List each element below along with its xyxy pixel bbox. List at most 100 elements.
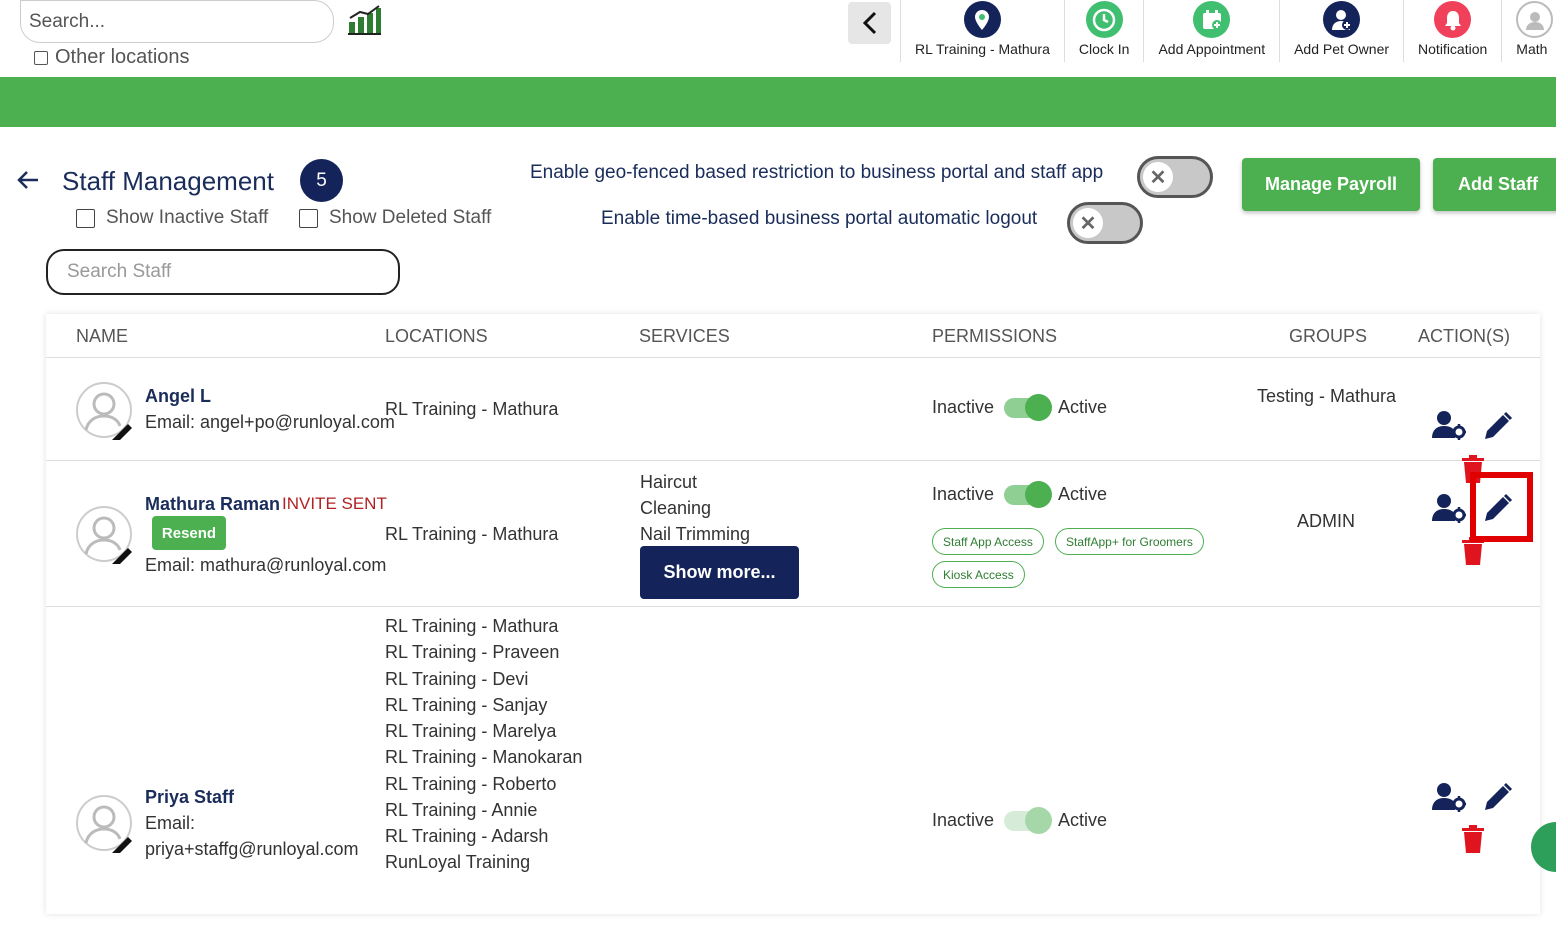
- edit-pencil-icon[interactable]: [1483, 411, 1513, 441]
- bar-chart-icon[interactable]: [346, 4, 382, 36]
- bell-icon: [1434, 1, 1472, 38]
- table-row: Angel L Email: angel+po@runloyal.com RL …: [46, 358, 1540, 483]
- staff-location: RunLoyal Training: [385, 852, 531, 872]
- staff-location: RL Training - Devi: [385, 669, 529, 689]
- checkbox-box[interactable]: [76, 208, 95, 228]
- service-item: Nail Trimming: [640, 524, 751, 544]
- staff-group: Testing - Mathura: [1257, 386, 1397, 406]
- nav-add-appointment[interactable]: Add Appointment: [1143, 0, 1279, 62]
- checkbox-box[interactable]: [299, 208, 318, 228]
- show-inactive-label: Show Inactive Staff: [106, 207, 269, 228]
- staff-location: RL Training - Marelya: [385, 721, 557, 741]
- active-toggle[interactable]: [1004, 481, 1052, 508]
- other-locations-checkbox[interactable]: Other locations: [34, 46, 190, 69]
- show-deleted-staff-checkbox[interactable]: Show Deleted Staff: [299, 207, 491, 229]
- staff-location: RL Training - Manokaran: [385, 747, 583, 767]
- active-toggle[interactable]: [1004, 394, 1052, 421]
- nav-add-pet-owner[interactable]: Add Pet Owner: [1279, 0, 1403, 62]
- user-avatar-icon: [1516, 1, 1554, 38]
- col-services: SERVICES: [639, 326, 730, 346]
- staff-name[interactable]: Mathura Raman: [145, 494, 280, 515]
- collapse-button[interactable]: [848, 2, 891, 44]
- inactive-label: Inactive: [932, 397, 995, 417]
- staff-email: priya+staffg@runloyal.com: [145, 839, 359, 859]
- col-groups: GROUPS: [1289, 326, 1368, 346]
- inactive-label: Inactive: [932, 810, 995, 830]
- table-row: Priya Staff Email: priya+staffg@runloyal…: [46, 607, 1540, 927]
- chevron-left-icon: [862, 11, 876, 35]
- permission-chip: Staff App Access: [932, 528, 1044, 555]
- service-item: Cleaning: [640, 498, 712, 518]
- nav-add-pet-owner-label: Add Pet Owner: [1294, 41, 1390, 57]
- staff-location: RL Training - Sanjay: [385, 695, 548, 715]
- auto-logout-toggle[interactable]: ✕: [1067, 202, 1143, 244]
- user-add-icon: [1323, 1, 1361, 38]
- nav-location-label: RL Training - Mathura: [915, 41, 1050, 57]
- show-deleted-label: Show Deleted Staff: [329, 207, 492, 228]
- user-settings-icon[interactable]: [1432, 493, 1466, 523]
- staff-location: RL Training - Adarsh: [385, 826, 549, 846]
- user-settings-icon[interactable]: [1432, 782, 1466, 812]
- highlight-box: [1470, 472, 1533, 542]
- staff-group: ADMIN: [1297, 511, 1355, 531]
- checkbox-box[interactable]: [34, 50, 48, 65]
- nav-add-appointment-label: Add Appointment: [1158, 41, 1266, 57]
- resend-button[interactable]: Resend: [152, 516, 226, 550]
- show-inactive-staff-checkbox[interactable]: Show Inactive Staff: [76, 207, 268, 229]
- delete-trash-icon[interactable]: [1462, 825, 1484, 853]
- active-toggle[interactable]: [1004, 807, 1052, 834]
- manage-payroll-button[interactable]: Manage Payroll: [1242, 158, 1420, 211]
- nav-clock-in[interactable]: Clock In: [1063, 0, 1144, 62]
- staff-email: Email: mathura@runloyal.com: [145, 555, 387, 575]
- col-name[interactable]: NAME: [76, 326, 128, 347]
- edit-pencil-icon[interactable]: [1483, 782, 1513, 812]
- col-permissions: PERMISSIONS: [932, 326, 1058, 346]
- top-nav: RL Training - Mathura Clock In Add Appoi…: [900, 0, 1554, 62]
- nav-user-profile[interactable]: Math: [1501, 0, 1554, 62]
- nav-location[interactable]: RL Training - Mathura: [900, 0, 1064, 62]
- avatar[interactable]: [76, 795, 132, 857]
- staff-name[interactable]: Priya Staff: [145, 787, 234, 808]
- global-search-input[interactable]: Search...: [20, 0, 334, 43]
- avatar[interactable]: [76, 506, 132, 568]
- active-label: Active: [1058, 397, 1108, 417]
- calendar-add-icon: [1193, 1, 1231, 38]
- avatar[interactable]: [76, 382, 132, 444]
- nav-user-label: Math: [1516, 41, 1548, 57]
- user-avatar-icon: [84, 392, 132, 444]
- user-avatar-icon: [84, 516, 132, 568]
- page-title: Staff Management: [62, 166, 274, 196]
- user-settings-icon[interactable]: [1432, 410, 1466, 440]
- table-row: Mathura Raman INVITE SENT Resend Email: …: [46, 461, 1540, 607]
- staff-location: RL Training - Annie: [385, 800, 538, 820]
- staff-location: RL Training - Mathura: [385, 616, 559, 636]
- invite-status: INVITE SENT: [282, 494, 387, 513]
- close-icon: ✕: [1073, 208, 1103, 238]
- permission-chip: Kiosk Access: [932, 561, 1025, 588]
- col-actions: ACTION(S): [1418, 326, 1510, 346]
- add-staff-button[interactable]: Add Staff: [1433, 158, 1556, 211]
- search-staff-input[interactable]: Search Staff: [46, 249, 400, 295]
- permission-chip: StaffApp+ for Groomers: [1055, 528, 1204, 555]
- clock-icon: [1085, 1, 1123, 38]
- nav-notification-label: Notification: [1418, 41, 1488, 57]
- show-more-button[interactable]: Show more...: [640, 546, 799, 599]
- back-arrow-icon[interactable]: [16, 168, 40, 192]
- location-pin-icon: [963, 1, 1001, 38]
- nav-clock-in-label: Clock In: [1078, 41, 1130, 57]
- staff-location: RL Training - Mathura: [385, 524, 559, 544]
- active-label: Active: [1058, 810, 1108, 830]
- staff-location: RL Training - Mathura: [385, 399, 559, 419]
- top-bar: Search... Other locations RL Training - …: [0, 0, 1556, 77]
- staff-table: NAME LOCATIONS SERVICES PERMISSIONS GROU…: [46, 314, 1540, 914]
- staff-name[interactable]: Angel L: [145, 386, 211, 407]
- other-locations-label: Other locations: [55, 46, 190, 68]
- nav-notification[interactable]: Notification: [1403, 0, 1501, 62]
- geo-fence-toggle[interactable]: ✕: [1137, 156, 1213, 198]
- staff-email-label: Email:: [145, 813, 196, 833]
- service-item: Haircut: [640, 472, 698, 492]
- inactive-label: Inactive: [932, 484, 995, 504]
- auto-logout-label: Enable time-based business portal automa…: [601, 208, 1038, 229]
- staff-count-badge: 5: [300, 159, 343, 202]
- active-label: Active: [1058, 484, 1108, 504]
